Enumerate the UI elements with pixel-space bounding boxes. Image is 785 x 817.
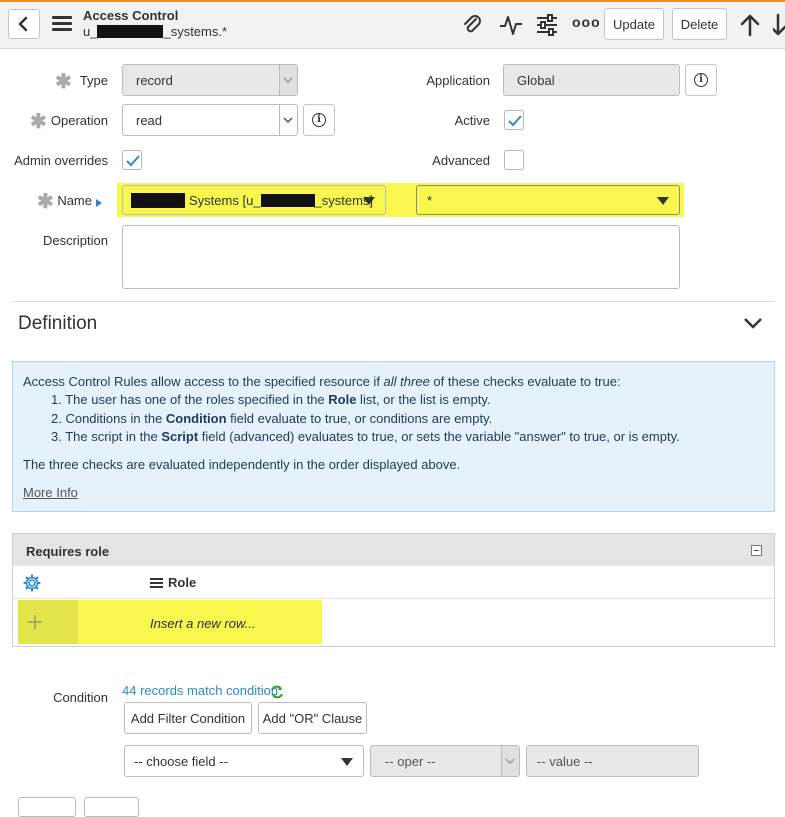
bottom-button-partial[interactable] <box>84 797 139 817</box>
name-field-value: * <box>427 192 433 208</box>
advanced-label: Advanced <box>432 153 490 168</box>
admin-overrides-label: Admin overrides <box>14 153 108 168</box>
related-list-header <box>12 533 775 567</box>
related-list-title: Requires role <box>26 544 110 559</box>
insert-new-row[interactable]: Insert a new row... <box>150 616 256 631</box>
value-input: -- value -- <box>526 745 699 777</box>
delete-button[interactable]: Delete <box>672 8 727 40</box>
definition-info-box: Access Control Rules allow access to the… <box>12 361 775 512</box>
more-info-link[interactable]: More Info <box>23 485 78 500</box>
info-icon: i <box>312 113 326 127</box>
arrow-down-icon[interactable] <box>768 13 785 40</box>
activity-icon[interactable] <box>499 14 523 39</box>
operator-select: -- oper -- <box>370 745 520 777</box>
paperclip-icon[interactable] <box>462 14 484 39</box>
check-icon <box>508 115 522 127</box>
back-button[interactable] <box>8 9 40 39</box>
bottom-button-partial[interactable] <box>18 797 76 817</box>
menu-icon[interactable] <box>52 16 72 32</box>
operation-select[interactable]: read <box>122 104 298 136</box>
update-button[interactable]: Update <box>604 8 664 40</box>
collapse-icon[interactable] <box>751 545 762 556</box>
refresh-icon[interactable] <box>270 685 284 702</box>
section-title-definition: Definition <box>18 313 98 334</box>
description-textarea[interactable] <box>122 225 680 289</box>
form-title: Access Control <box>83 8 179 23</box>
type-label: Type <box>79 73 108 88</box>
info-intro: Access Control Rules allow access to the… <box>23 374 621 389</box>
column-menu-icon[interactable] <box>150 578 163 588</box>
application-label: Application <box>426 73 490 88</box>
arrow-up-icon[interactable] <box>739 13 761 40</box>
info-item-2: 2. Conditions in the Condition field eva… <box>51 411 493 426</box>
add-filter-condition-button[interactable]: Add Filter Condition <box>124 702 252 734</box>
chevron-down-icon <box>283 117 293 124</box>
operation-value: read <box>136 112 163 128</box>
operation-info-button[interactable]: i <box>303 104 335 136</box>
application-value: Global <box>517 72 555 88</box>
operation-label: Operation <box>50 113 108 128</box>
caret-right-icon[interactable] <box>95 196 103 211</box>
info-item-1: 1. The user has one of the roles specifi… <box>51 392 491 407</box>
more-options-icon[interactable]: ooo <box>572 14 601 30</box>
name-table-select[interactable]: Systems [u_ _systems] <box>122 185 386 215</box>
type-value: record <box>136 72 173 88</box>
application-info-button[interactable]: i <box>685 64 717 96</box>
type-select: record <box>122 64 298 96</box>
gear-icon[interactable] <box>23 574 41 595</box>
caret-down-icon <box>341 758 353 766</box>
chevron-left-icon <box>18 16 28 32</box>
chevron-down-icon <box>505 758 515 765</box>
info-footer: The three checks are evaluated independe… <box>23 457 461 472</box>
active-checkbox[interactable] <box>504 110 524 130</box>
name-field-select[interactable]: * <box>416 185 680 215</box>
caret-down-icon <box>657 197 669 205</box>
column-header-role[interactable]: Role <box>168 575 196 590</box>
info-icon: i <box>694 73 708 87</box>
chevron-down-icon <box>283 77 293 84</box>
application-field: Global <box>503 64 680 96</box>
active-label: Active <box>454 113 490 128</box>
section-divider <box>12 301 775 302</box>
form-subtitle: u_ _systems.* <box>83 24 228 39</box>
check-icon <box>126 155 140 167</box>
table-divider <box>12 598 775 599</box>
name-label: Name <box>57 193 92 208</box>
condition-label: Condition <box>53 690 108 705</box>
records-match-link[interactable]: 44 records match condition <box>122 683 278 698</box>
description-label: Description <box>42 233 108 248</box>
settings-sliders-icon[interactable] <box>535 14 559 39</box>
admin-overrides-checkbox[interactable] <box>122 150 142 170</box>
advanced-checkbox[interactable] <box>504 150 524 170</box>
chevron-down-icon[interactable] <box>743 316 763 333</box>
caret-down-icon <box>363 197 375 205</box>
add-or-clause-button[interactable]: Add "OR" Clause <box>258 702 367 734</box>
plus-icon[interactable] <box>27 614 43 633</box>
choose-field-select[interactable]: -- choose field -- <box>124 745 364 777</box>
info-item-3: 3. The script in the Script field (advan… <box>51 429 680 444</box>
